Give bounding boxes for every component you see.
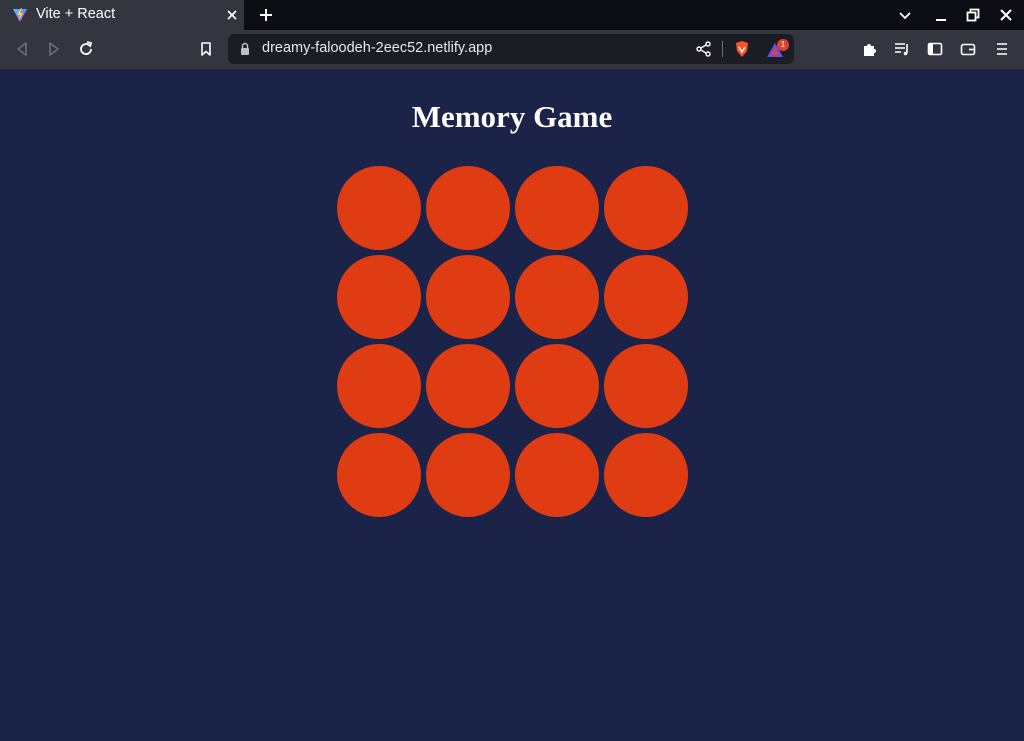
memory-card[interactable] xyxy=(337,255,421,339)
tab-search-chevron-down-icon[interactable] xyxy=(897,7,913,23)
memory-card[interactable] xyxy=(337,433,421,517)
browser-toolbar: dreamy-faloodeh-2eec52.netlify.app 1 xyxy=(0,30,1024,69)
extensions-puzzle-icon[interactable] xyxy=(861,40,879,58)
restore-icon[interactable] xyxy=(965,7,981,23)
card-grid xyxy=(337,166,689,518)
minimize-icon[interactable] xyxy=(933,7,949,23)
rewards-badge: 1 xyxy=(777,39,789,51)
browser-tab[interactable]: Vite + React xyxy=(0,0,244,30)
lock-icon[interactable] xyxy=(238,41,252,57)
memory-card[interactable] xyxy=(426,166,510,250)
sidebar-icon[interactable] xyxy=(926,40,944,58)
memory-card[interactable] xyxy=(604,344,688,428)
bookmark-icon[interactable] xyxy=(197,40,215,58)
tab-close-icon[interactable] xyxy=(224,7,240,23)
memory-card[interactable] xyxy=(604,255,688,339)
vite-logo-icon xyxy=(12,7,28,23)
memory-card[interactable] xyxy=(515,344,599,428)
page-content: Memory Game xyxy=(0,69,1024,741)
memory-card[interactable] xyxy=(426,255,510,339)
memory-card[interactable] xyxy=(515,255,599,339)
brave-shields-icon[interactable] xyxy=(733,40,751,58)
tab-strip: Vite + React xyxy=(0,0,1024,30)
memory-card[interactable] xyxy=(604,166,688,250)
address-bar[interactable]: dreamy-faloodeh-2eec52.netlify.app 1 xyxy=(228,34,794,64)
media-playlist-icon[interactable] xyxy=(893,40,911,58)
memory-card[interactable] xyxy=(515,433,599,517)
new-tab-icon[interactable] xyxy=(257,6,275,24)
forward-icon[interactable] xyxy=(45,40,63,58)
address-bar-divider xyxy=(722,41,723,57)
reload-icon[interactable] xyxy=(77,40,95,58)
memory-card[interactable] xyxy=(337,344,421,428)
close-window-icon[interactable] xyxy=(998,7,1014,23)
game-title: Memory Game xyxy=(411,99,613,134)
memory-card[interactable] xyxy=(426,433,510,517)
share-icon[interactable] xyxy=(695,40,713,58)
memory-card[interactable] xyxy=(426,344,510,428)
memory-card[interactable] xyxy=(337,166,421,250)
url-text[interactable]: dreamy-faloodeh-2eec52.netlify.app xyxy=(262,40,492,56)
menu-icon[interactable] xyxy=(993,40,1011,58)
back-icon[interactable] xyxy=(13,40,31,58)
wallet-icon[interactable] xyxy=(959,40,977,58)
memory-card[interactable] xyxy=(515,166,599,250)
tab-title: Vite + React xyxy=(36,6,116,22)
memory-card[interactable] xyxy=(604,433,688,517)
